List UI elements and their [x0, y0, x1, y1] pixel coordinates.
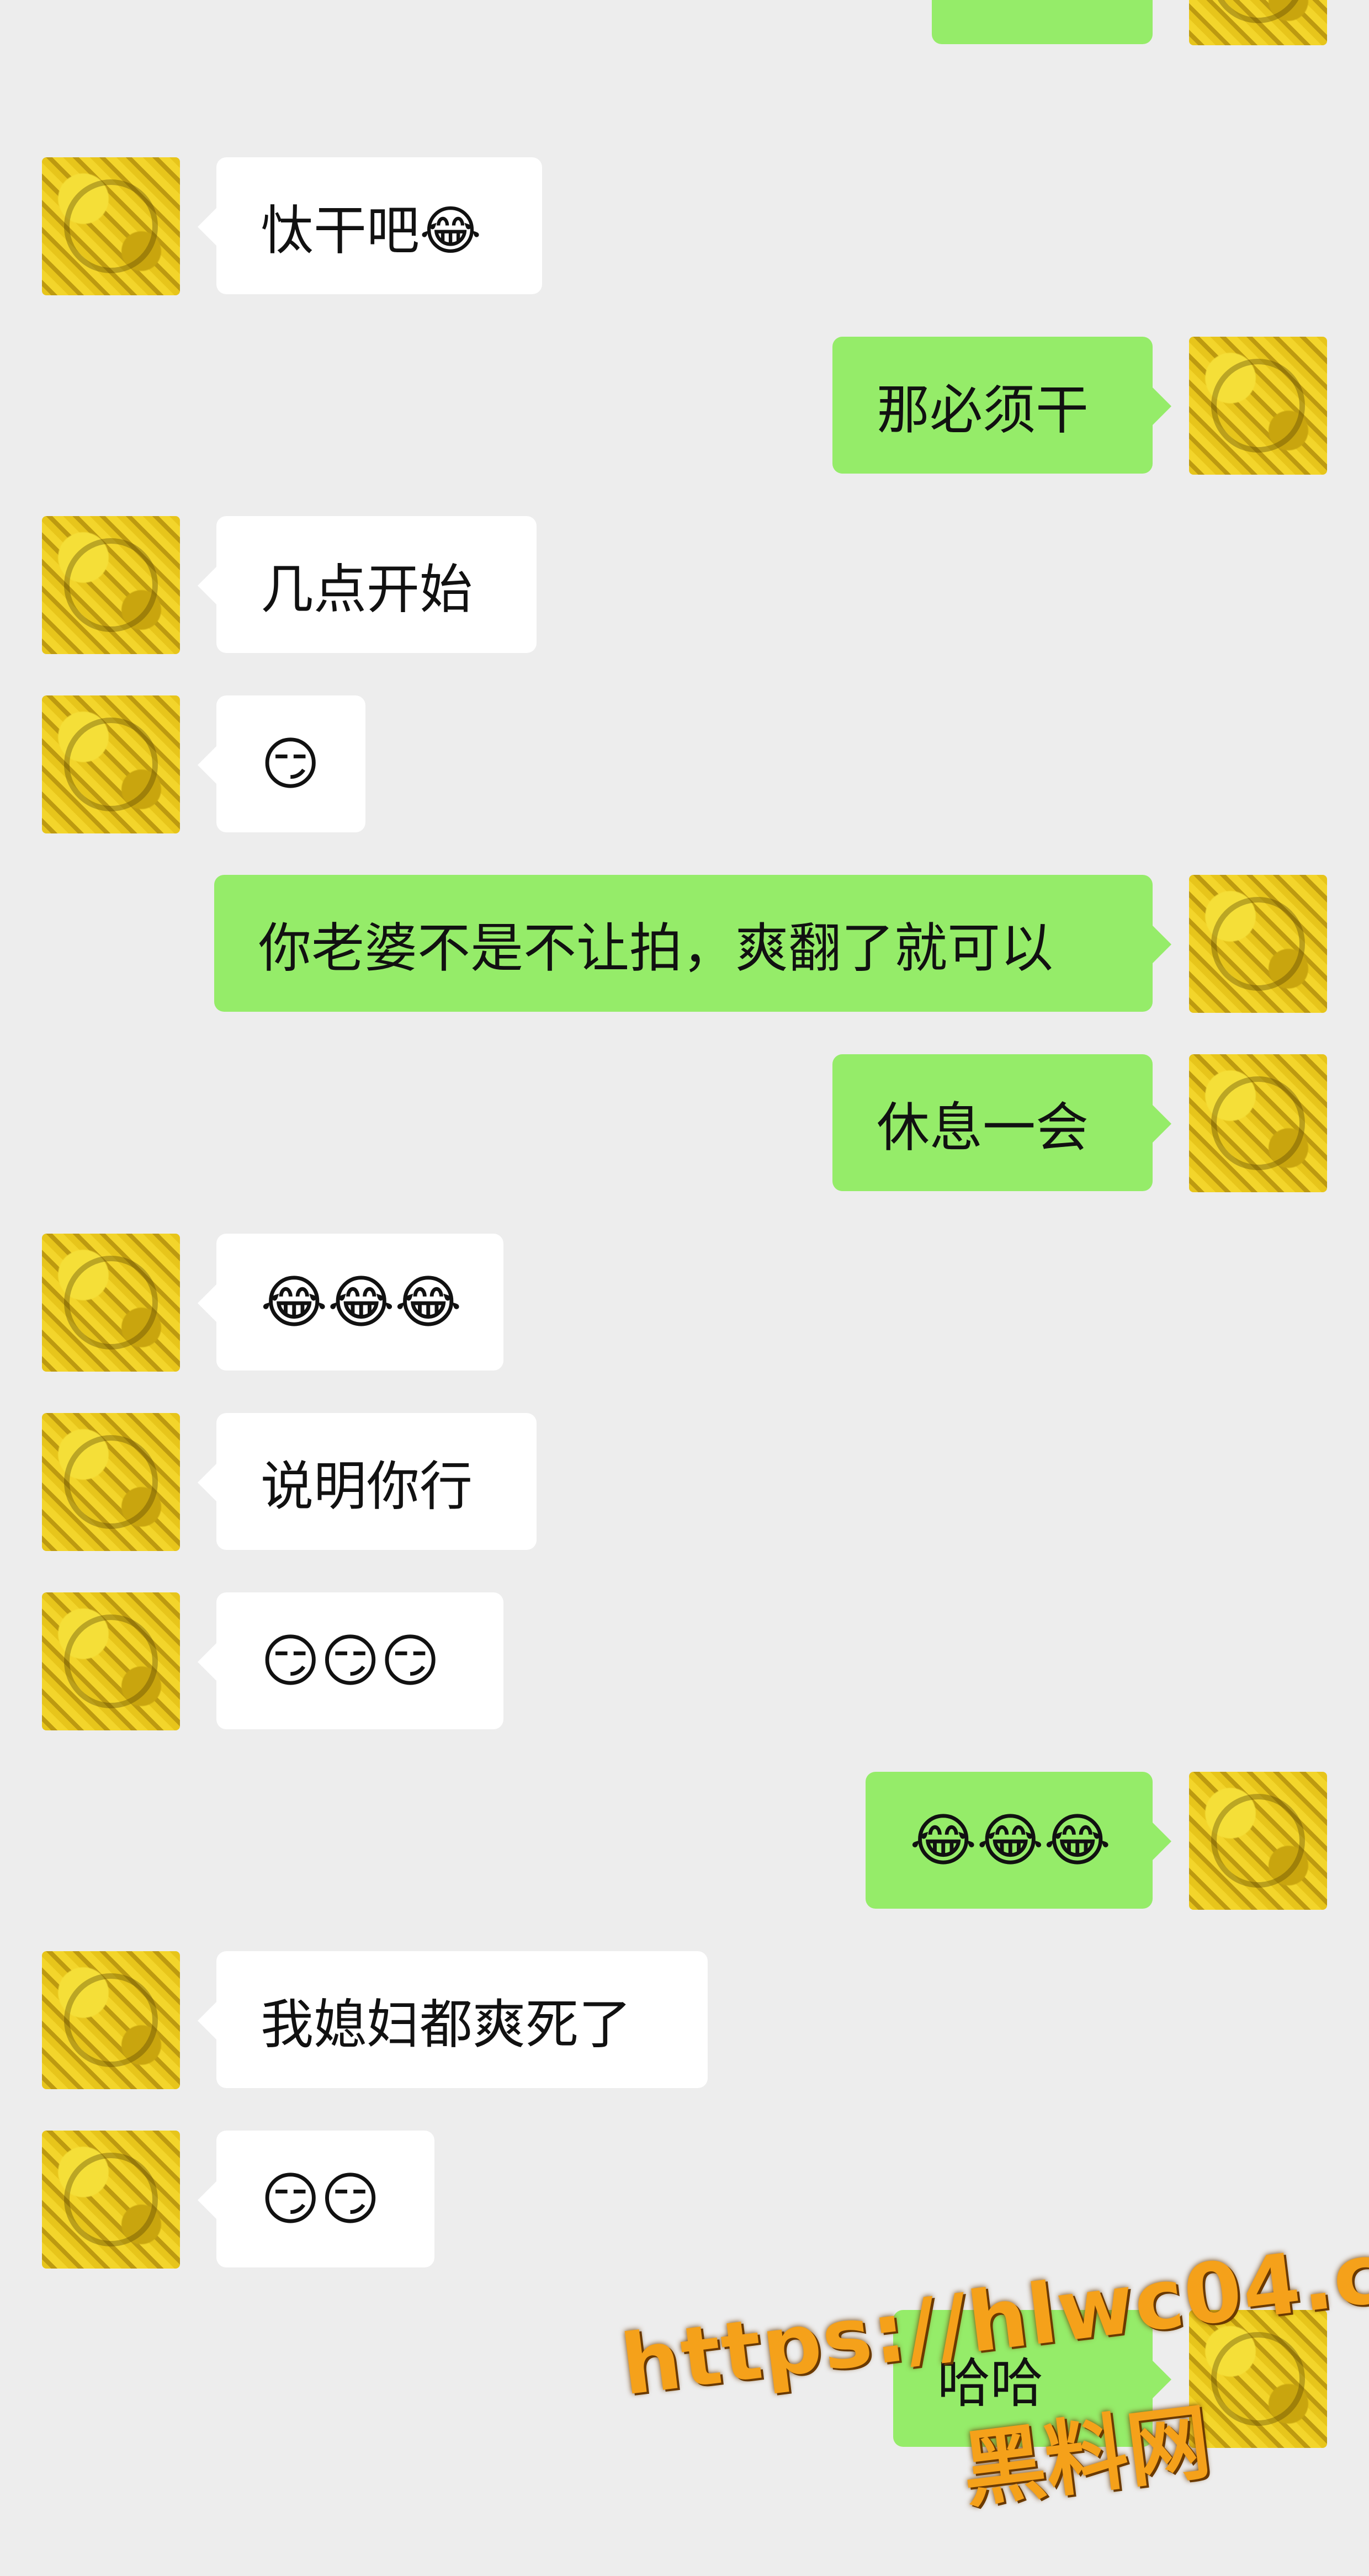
message-text: 忲干吧😂 — [261, 199, 482, 262]
incoming-message-bubble[interactable]: 😏 — [198, 695, 365, 832]
my-avatar[interactable] — [1189, 875, 1327, 1013]
message-row: 你老婆不是不让拍，爽翻了就可以 — [0, 875, 1369, 1018]
message-row: 😂😂😂 — [0, 1772, 1369, 1915]
message-text: 😂😂 — [976, 0, 1110, 4]
message-row: 休息一会 — [0, 1054, 1369, 1198]
incoming-message-bubble[interactable]: 忲干吧😂 — [198, 157, 542, 294]
message-text: 😏😏 — [261, 2165, 380, 2233]
contact-avatar[interactable] — [42, 1413, 180, 1551]
outgoing-message-bubble[interactable]: 😂😂😂 — [866, 1772, 1171, 1909]
contact-avatar[interactable] — [42, 695, 180, 833]
message-row: 😏😏😏 — [0, 1592, 1369, 1736]
my-avatar[interactable] — [1189, 0, 1327, 45]
my-avatar[interactable] — [1189, 337, 1327, 475]
my-avatar[interactable] — [1189, 1772, 1327, 1910]
message-text: 几点开始 — [261, 558, 473, 620]
message-text: 那必须干 — [877, 379, 1089, 441]
message-row: 我媳妇都爽死了 — [0, 1951, 1369, 2095]
chat-thread[interactable]: 😂😂 忲干吧😂 那必须干 几点开始 😏 你老婆不是不让拍，爽翻了就可以 — [0, 0, 1369, 2561]
watermark-site-name: 黑料网 — [957, 2394, 1216, 2520]
contact-avatar[interactable] — [42, 1234, 180, 1372]
message-row: 忲干吧😂 — [0, 157, 1369, 301]
incoming-message-bubble[interactable]: 😏😏 — [198, 2131, 434, 2267]
message-row: 😏 — [0, 695, 1369, 839]
incoming-message-bubble[interactable]: 说明你行 — [198, 1413, 537, 1550]
outgoing-message-bubble[interactable]: 你老婆不是不让拍，爽翻了就可以 — [214, 875, 1171, 1012]
outgoing-message-bubble[interactable]: 那必须干 — [832, 337, 1171, 474]
contact-avatar[interactable] — [42, 1592, 180, 1730]
message-text: 😏😏😏 — [261, 1627, 441, 1695]
outgoing-message-bubble[interactable]: 休息一会 — [832, 1054, 1171, 1191]
message-row: 那必须干 — [0, 337, 1369, 480]
message-text: 😏 — [261, 730, 321, 798]
message-row: 😂😂 — [0, 0, 1369, 51]
message-text: 😂😂😂 — [261, 1268, 462, 1336]
message-row: 说明你行 — [0, 1413, 1369, 1557]
contact-avatar[interactable] — [42, 1951, 180, 2089]
contact-avatar[interactable] — [42, 2131, 180, 2269]
incoming-message-bubble[interactable]: 😂😂😂 — [198, 1234, 503, 1371]
outgoing-message-bubble[interactable]: 😂😂 — [932, 0, 1153, 44]
message-row: 😂😂😂 — [0, 1234, 1369, 1377]
message-text: 说明你行 — [261, 1455, 473, 1517]
contact-avatar[interactable] — [42, 516, 180, 654]
message-row: 几点开始 — [0, 516, 1369, 660]
my-avatar[interactable] — [1189, 1054, 1327, 1192]
message-text: 我媳妇都爽死了 — [261, 1993, 632, 2056]
message-text: 😂😂😂 — [910, 1807, 1111, 1874]
contact-avatar[interactable] — [42, 157, 180, 295]
incoming-message-bubble[interactable]: 我媳妇都爽死了 — [198, 1951, 708, 2088]
message-text: 休息一会 — [877, 1096, 1089, 1159]
incoming-message-bubble[interactable]: 几点开始 — [198, 516, 537, 653]
incoming-message-bubble[interactable]: 😏😏😏 — [198, 1592, 503, 1729]
message-text: 你老婆不是不让拍，爽翻了就可以 — [258, 917, 1053, 979]
